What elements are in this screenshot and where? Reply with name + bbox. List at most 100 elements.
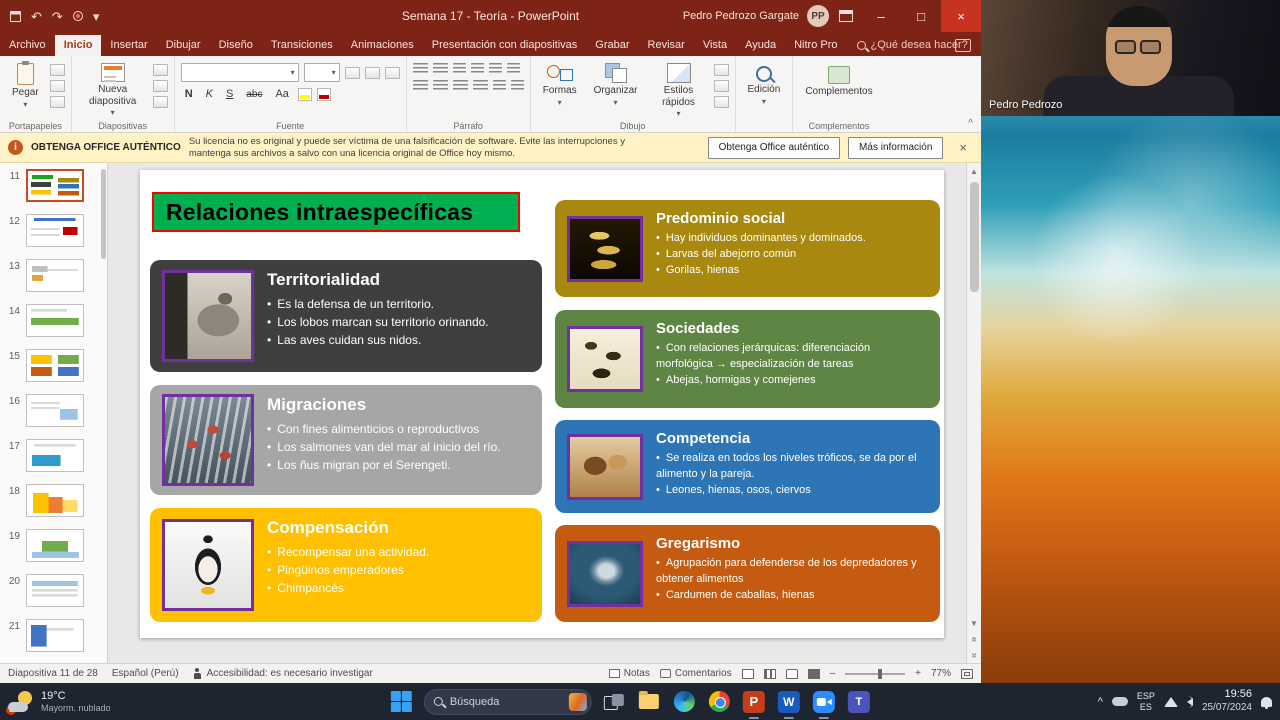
tab-diseno[interactable]: Diseño	[210, 35, 262, 56]
tab-grabar[interactable]: Grabar	[586, 35, 638, 56]
shape-outline-button[interactable]	[713, 80, 729, 92]
slide-thumbnail-12[interactable]	[26, 214, 84, 247]
paste-button[interactable]: Pegar ▾	[6, 60, 45, 112]
more-info-button[interactable]: Más información	[848, 136, 944, 159]
zoom-slider-knob[interactable]	[878, 668, 883, 679]
taskbar-search[interactable]: Búsqueda	[423, 688, 592, 715]
line-spacing-button[interactable]	[488, 63, 502, 75]
maximize-button[interactable]: □	[901, 0, 941, 32]
slide-thumbnail-14[interactable]	[26, 304, 84, 337]
zoom-app-button[interactable]	[811, 689, 837, 719]
card-territorialidad[interactable]: Territorialidad Es la defensa de un terr…	[150, 260, 542, 372]
slide-sorter-view-button[interactable]	[763, 668, 776, 679]
onedrive-icon[interactable]	[1111, 697, 1128, 706]
grow-font-button[interactable]	[344, 66, 360, 79]
scroll-up-icon[interactable]: ▲	[967, 163, 981, 179]
notes-toggle[interactable]: Notas	[608, 668, 650, 679]
quick-styles-button[interactable]: Estilos rápidos ▾	[649, 60, 709, 121]
tab-ayuda[interactable]: Ayuda	[736, 35, 785, 56]
numbering-button[interactable]	[432, 63, 448, 75]
shapes-button[interactable]: Formas ▾	[537, 60, 583, 110]
language-selector[interactable]: Español (Perú)	[112, 668, 179, 679]
notification-bell-icon[interactable]	[1261, 696, 1272, 709]
bold-button[interactable]: N	[181, 87, 197, 101]
shape-fill-button[interactable]	[713, 64, 729, 76]
tab-inicio[interactable]: Inicio	[54, 35, 102, 56]
format-painter-button[interactable]	[49, 96, 65, 108]
slideshow-view-button[interactable]	[807, 668, 820, 679]
zoom-out-button[interactable]: –	[830, 668, 836, 679]
account-avatar[interactable]: PP	[807, 5, 829, 27]
slide-thumbnail-20[interactable]	[26, 574, 84, 607]
webcam-overlay[interactable]: Pedro Pedrozo	[981, 0, 1280, 116]
record-icon[interactable]	[72, 11, 83, 21]
slide-thumbnail-17[interactable]	[26, 439, 84, 472]
tab-vista[interactable]: Vista	[694, 35, 736, 56]
card-competencia[interactable]: Competencia Se realiza en todos los nive…	[555, 420, 940, 513]
card-sociedades[interactable]: Sociedades Con relaciones jerárquicas: d…	[555, 310, 940, 408]
card-gregarismo[interactable]: Gregarismo Agrupación para defenderse de…	[555, 525, 940, 622]
comments-toggle[interactable]: Comentarios	[659, 668, 732, 679]
highlight-color-button[interactable]	[297, 87, 312, 101]
font-color-button[interactable]	[316, 87, 331, 101]
file-explorer-button[interactable]	[636, 689, 662, 715]
slide-thumbnail-18[interactable]	[26, 484, 84, 517]
zoom-slider[interactable]	[845, 668, 906, 679]
scroll-down-icon[interactable]: ▼	[967, 615, 981, 631]
normal-view-button[interactable]	[741, 668, 754, 679]
task-view-button[interactable]	[601, 689, 627, 715]
tab-insertar[interactable]: Insertar	[101, 35, 156, 56]
get-genuine-office-button[interactable]: Obtenga Office auténtico	[707, 136, 841, 159]
reading-view-button[interactable]	[785, 668, 798, 679]
comments-panel-icon[interactable]	[955, 39, 971, 52]
zoom-level[interactable]: 77%	[931, 668, 951, 679]
card-migraciones[interactable]: Migraciones Con fines alimenticios o rep…	[150, 385, 542, 495]
slide-thumbnail-16[interactable]	[26, 394, 84, 427]
fit-slide-to-window-button[interactable]	[961, 668, 973, 679]
volume-icon[interactable]	[1186, 695, 1193, 708]
tab-animaciones[interactable]: Animaciones	[342, 35, 423, 56]
slide-thumbnail-15[interactable]	[26, 349, 84, 382]
previous-slide-button[interactable]: «	[967, 631, 981, 647]
redo-icon[interactable]: ↷	[52, 10, 63, 23]
collapse-ribbon-icon[interactable]: ^	[968, 118, 973, 129]
align-left-button[interactable]	[412, 80, 428, 92]
addins-button[interactable]: Complementos	[799, 60, 878, 101]
arrange-button[interactable]: Organizar ▾	[588, 60, 644, 110]
account-name[interactable]: Pedro Pedrozo Gargate	[683, 10, 799, 22]
italic-button[interactable]: K	[202, 87, 217, 101]
card-compensacion[interactable]: Compensación Recompensar una actividad. …	[150, 508, 542, 622]
minimize-button[interactable]: –	[861, 0, 901, 32]
columns-button[interactable]	[492, 80, 506, 92]
align-right-button[interactable]	[452, 80, 468, 92]
scrollbar-thumb[interactable]	[969, 182, 979, 292]
smartart-convert-button[interactable]	[510, 80, 524, 92]
slide-thumbnail-21[interactable]	[26, 619, 84, 652]
next-slide-button[interactable]: »	[967, 647, 981, 663]
font-name-combobox[interactable]: ▾	[180, 63, 299, 82]
justify-button[interactable]	[472, 80, 488, 92]
underline-button[interactable]: S	[222, 87, 237, 101]
qat-customize-icon[interactable]: ▾	[93, 10, 100, 23]
slide-title-box[interactable]: Relaciones intraespecíficas	[152, 192, 520, 232]
save-icon[interactable]	[10, 10, 21, 22]
close-button[interactable]: ×	[941, 0, 981, 32]
copy-button[interactable]	[49, 80, 65, 92]
tab-dibujar[interactable]: Dibujar	[157, 35, 210, 56]
font-size-combobox[interactable]: ▾	[303, 63, 340, 82]
shape-effects-button[interactable]	[713, 96, 729, 108]
increase-indent-button[interactable]	[470, 63, 484, 75]
reset-slide-button[interactable]	[152, 80, 168, 92]
language-indicator[interactable]: ESP ES	[1137, 691, 1155, 712]
new-slide-button[interactable]: Nueva diapositiva ▾	[78, 60, 148, 120]
tab-transiciones[interactable]: Transiciones	[262, 35, 342, 56]
start-button[interactable]	[389, 689, 415, 715]
strikethrough-button[interactable]: abc	[242, 88, 266, 101]
thumbnail-scrollbar[interactable]	[101, 169, 106, 259]
tab-nitro-pro[interactable]: Nitro Pro	[785, 35, 846, 56]
tab-revisar[interactable]: Revisar	[639, 35, 694, 56]
edge-button[interactable]	[671, 689, 697, 715]
word-button[interactable]: W	[776, 689, 802, 719]
dismiss-warning-icon[interactable]: ×	[953, 140, 973, 155]
shrink-font-button[interactable]	[364, 66, 380, 79]
